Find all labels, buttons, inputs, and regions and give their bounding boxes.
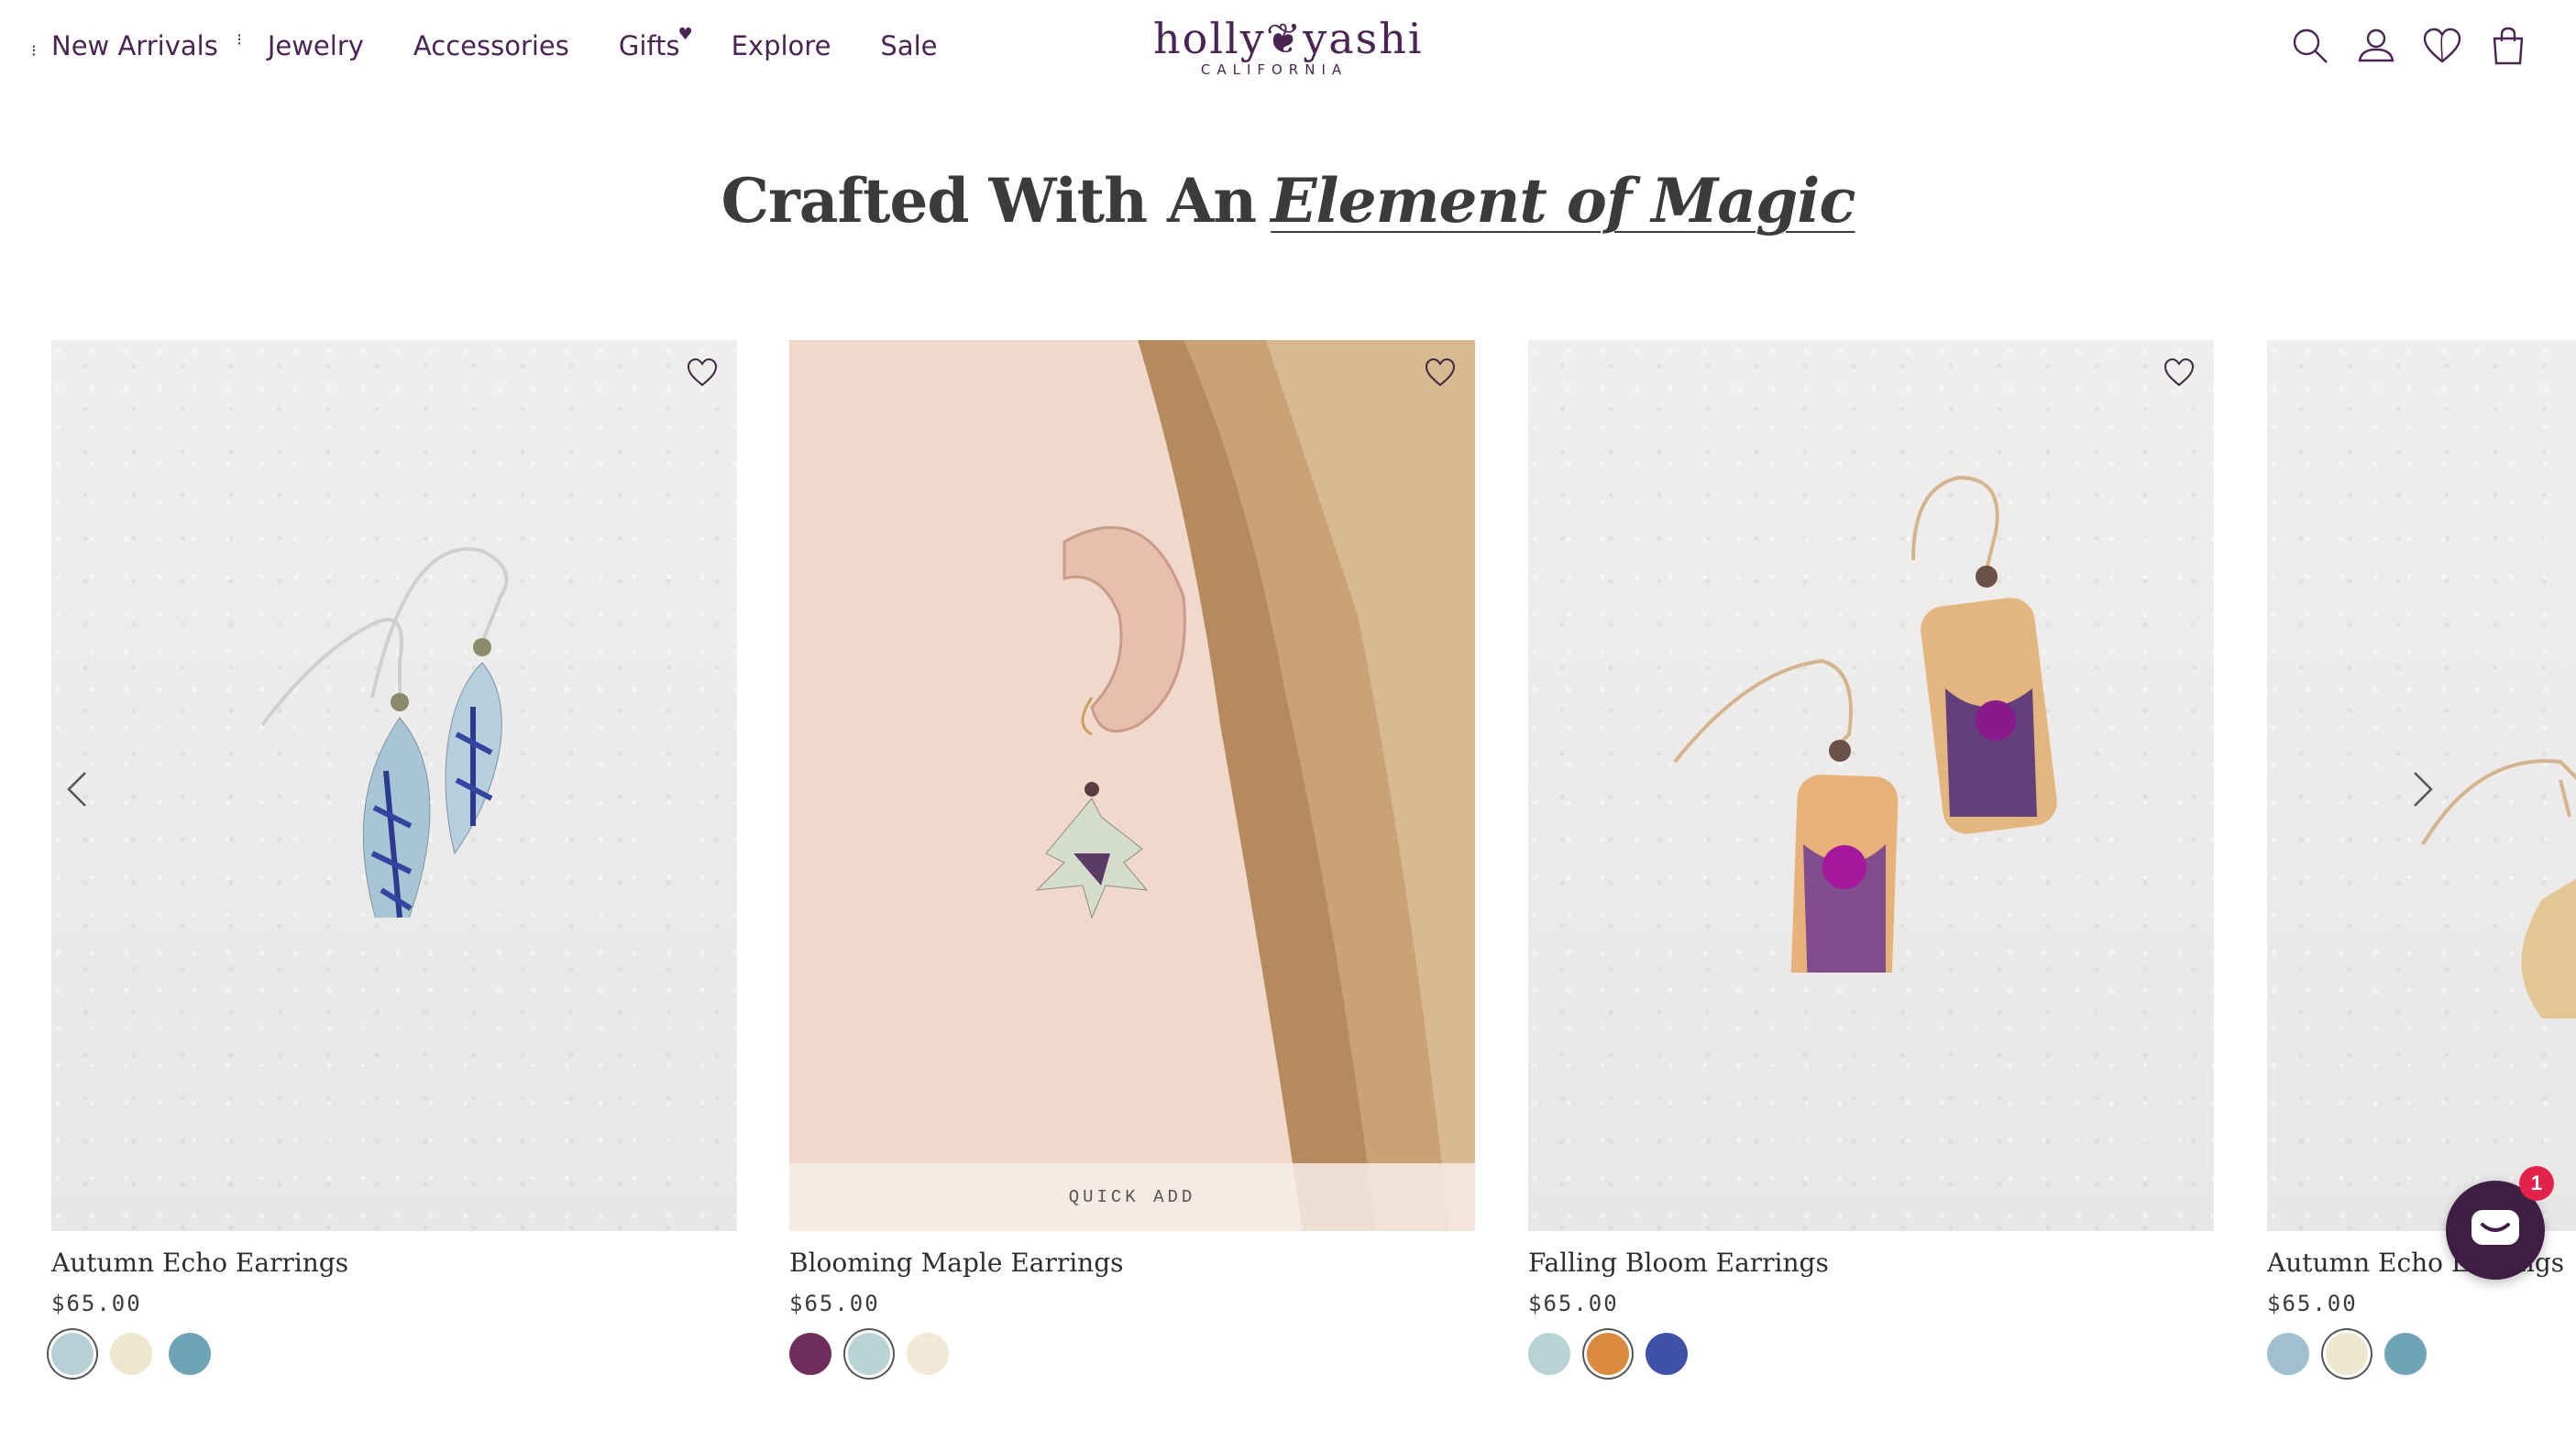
cart-bag-icon[interactable]	[2488, 24, 2528, 68]
color-swatches	[2267, 1333, 2576, 1375]
nav-explore[interactable]: Explore	[732, 30, 831, 61]
chat-notification-badge: 1	[2519, 1166, 2554, 1201]
nav-accessories[interactable]: Accessories	[413, 30, 569, 61]
color-swatches	[1528, 1333, 2214, 1375]
nav-label: Explore	[731, 30, 831, 61]
color-swatch[interactable]	[1528, 1333, 1570, 1375]
wishlist-heart-icon[interactable]	[682, 353, 722, 393]
color-swatch[interactable]	[1646, 1333, 1688, 1375]
color-swatch[interactable]	[2326, 1333, 2368, 1375]
earring-illustration	[260, 547, 509, 918]
wishlist-heart-icon[interactable]	[2159, 353, 2199, 393]
color-swatch[interactable]	[2267, 1333, 2309, 1375]
wishlist-heart-icon[interactable]	[2422, 24, 2462, 68]
color-swatch[interactable]	[2384, 1333, 2427, 1375]
product-image[interactable]: QUICK ADD	[789, 340, 1475, 1231]
headline-accent[interactable]: Element of Magic	[1271, 165, 1855, 236]
nav-jewelry[interactable]: Jewelry	[268, 30, 364, 61]
product-image[interactable]	[2267, 340, 2576, 1231]
nav-label: New Arrivals	[51, 30, 218, 61]
product-name[interactable]: Blooming Maple Earrings	[789, 1248, 1475, 1278]
brand-logo[interactable]: holly❦yashi CALIFORNIA	[1153, 14, 1424, 79]
product-image[interactable]	[51, 340, 737, 1231]
chevron-left-icon[interactable]	[59, 762, 95, 817]
chat-bubble-icon	[2471, 1210, 2519, 1245]
header-icons	[2290, 24, 2528, 68]
sparkle-icon: ⁝	[31, 41, 37, 60]
product-price: $65.00	[51, 1291, 142, 1316]
model-ear-photo	[789, 340, 1475, 1231]
product-name[interactable]: Falling Bloom Earrings	[1528, 1248, 2214, 1278]
nav-new-arrivals[interactable]: ⁝ New Arrivals ⁝	[31, 30, 242, 61]
product-image[interactable]	[1528, 340, 2214, 1231]
product-card[interactable]: Autumn Echo Earrings $65.00	[51, 340, 737, 1375]
nav-label: Sale	[880, 30, 938, 61]
product-price: $65.00	[789, 1291, 880, 1316]
product-price: $65.00	[1528, 1291, 1619, 1316]
color-swatch[interactable]	[848, 1333, 890, 1375]
wishlist-heart-icon[interactable]	[1420, 353, 1460, 393]
sparkle-icon: ⁝	[237, 30, 242, 50]
color-swatch[interactable]	[789, 1333, 831, 1375]
color-swatch[interactable]	[51, 1333, 94, 1375]
section-headline: Crafted With An Element of Magic	[0, 165, 2576, 236]
color-swatches	[51, 1333, 737, 1375]
earring-illustration	[1673, 475, 2057, 973]
color-swatch[interactable]	[169, 1333, 211, 1375]
account-icon[interactable]	[2356, 24, 2396, 68]
headline-prefix: Crafted With An	[721, 165, 1257, 236]
color-swatches	[789, 1333, 1475, 1375]
chevron-right-icon[interactable]	[2405, 762, 2441, 817]
color-swatch[interactable]	[110, 1333, 152, 1375]
nav-sale[interactable]: Sale	[880, 30, 937, 61]
product-price: $65.00	[2267, 1291, 2358, 1316]
product-card[interactable]: QUICK ADD Blooming Maple Earrings $65.00	[789, 340, 1475, 1375]
product-name[interactable]: Autumn Echo Earrings	[51, 1248, 737, 1278]
logo-wordmark: holly❦yashi	[1153, 14, 1424, 63]
nav-label: Accessories	[413, 30, 569, 61]
main-nav: ⁝ New Arrivals ⁝ Jewelry Accessories Gif…	[31, 25, 987, 66]
quick-add-button[interactable]: QUICK ADD	[789, 1163, 1475, 1231]
logo-subtitle: CALIFORNIA	[1200, 61, 1349, 78]
nav-label: Gifts	[618, 30, 680, 61]
search-icon[interactable]	[2290, 24, 2330, 68]
nav-gifts[interactable]: Gifts ♥	[618, 25, 693, 61]
nav-label: Jewelry	[267, 30, 364, 61]
color-swatch[interactable]	[1587, 1333, 1629, 1375]
color-swatch[interactable]	[907, 1333, 949, 1375]
heart-dot-icon: ♥	[677, 25, 693, 44]
product-card[interactable]: Falling Bloom Earrings $65.00	[1528, 340, 2214, 1375]
